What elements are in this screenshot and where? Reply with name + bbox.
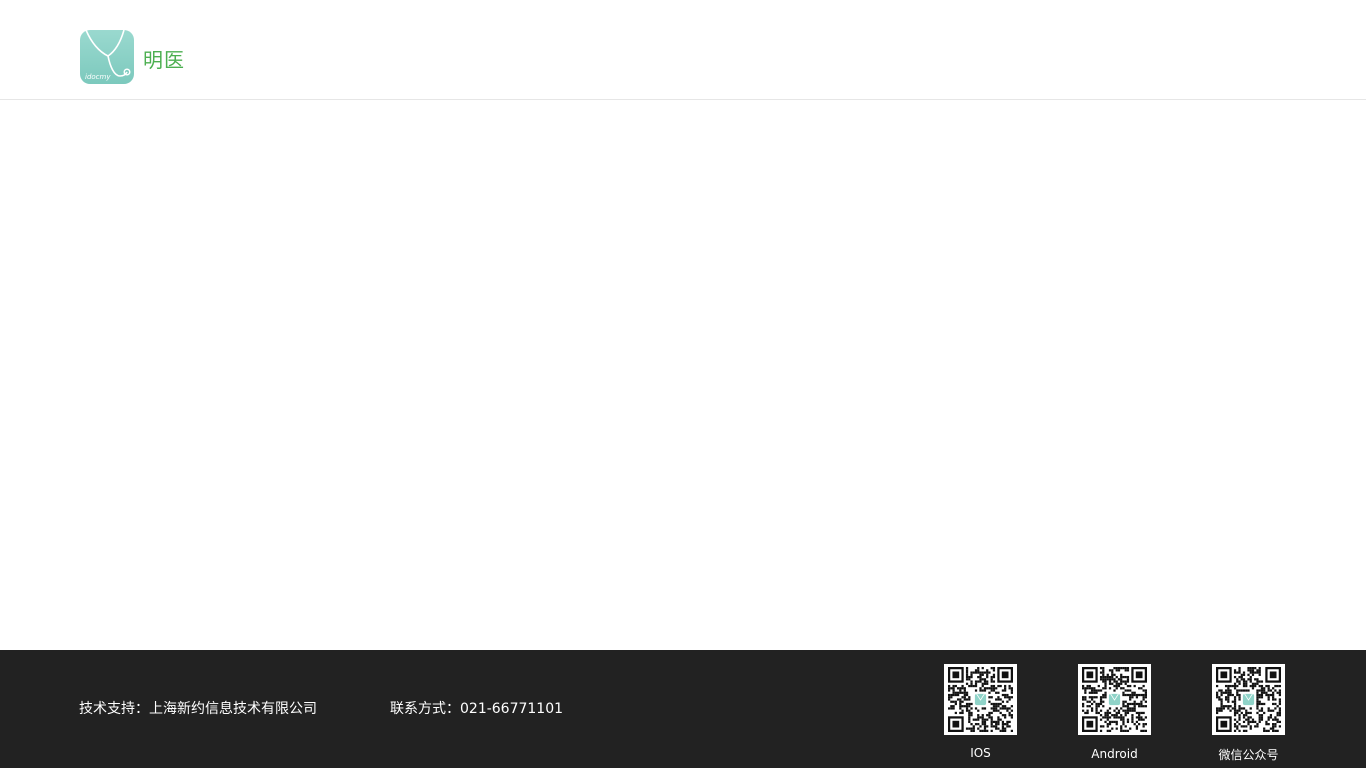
contact-info-text: 联系方式：021-66771101 (390, 701, 564, 717)
qr-code-wechat-image (1212, 664, 1285, 735)
qr-code-ios-image (944, 664, 1017, 735)
qr-code-ios: IOS (944, 664, 1017, 760)
qr-code-android: Android (1078, 664, 1151, 761)
qr-code-icon (1082, 667, 1147, 732)
main-content-area (0, 101, 1366, 650)
stethoscope-logo-icon: idocmy (80, 30, 134, 84)
qr-label-wechat: 微信公众号 (1218, 748, 1279, 762)
logo-subtext: idocmy (85, 73, 111, 81)
qr-label-ios: IOS (970, 746, 991, 760)
brand-name: 明医 (143, 47, 185, 72)
qr-code-android-image (1078, 664, 1151, 735)
site-logo-link[interactable]: idocmy 明医 (80, 30, 185, 84)
qr-code-icon (948, 667, 1013, 732)
site-header: idocmy 明医 (0, 0, 1366, 100)
qr-label-android: Android (1091, 747, 1138, 761)
tech-support-text: 技术支持：上海新约信息技术有限公司 (79, 701, 317, 717)
qr-code-icon (1216, 667, 1281, 732)
qr-code-wechat: 微信公众号 (1212, 664, 1285, 763)
